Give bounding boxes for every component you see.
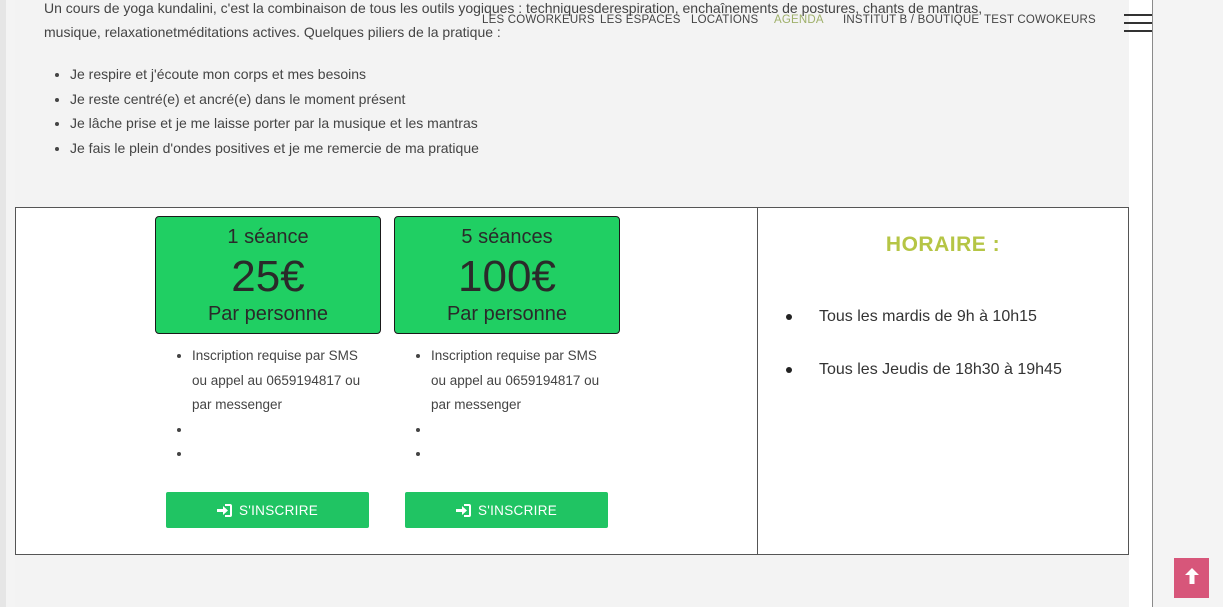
card-sessions: 1 séance — [227, 226, 309, 248]
pillars-list: Je respire et j'écoute mon corps et mes … — [52, 62, 479, 160]
subscribe-button[interactable]: S'INSCRIRE — [166, 492, 369, 528]
horaire-title: HORAIRE : — [885, 233, 1001, 256]
arrow-up-icon — [1184, 567, 1200, 590]
feature-item — [431, 418, 608, 443]
card-sessions: 5 séances — [461, 226, 553, 248]
pricing-card-2: 5 séances 100€ Par personne Inscription … — [394, 216, 620, 546]
hamburger-menu-icon[interactable] — [1124, 12, 1152, 34]
subscribe-button-label: S'INSCRIRE — [477, 502, 558, 518]
card-unit: Par personne — [207, 303, 329, 325]
feature-item — [192, 418, 369, 443]
sign-in-icon — [455, 503, 471, 517]
horaire-item: Tous les mardis de 9h à 10h15 — [786, 305, 1062, 358]
pricing-card-header: 5 séances 100€ Par personne — [394, 216, 620, 334]
subscribe-button[interactable]: S'INSCRIRE — [405, 492, 608, 528]
card-features: Inscription requise par SMS ou appel au … — [413, 344, 608, 467]
pricing-card-1: 1 séance 25€ Par personne Inscription re… — [155, 216, 381, 546]
subscribe-button-label: S'INSCRIRE — [238, 502, 319, 518]
scrollbar-track[interactable] — [1152, 0, 1153, 607]
left-edge — [0, 0, 6, 607]
nav-item-institut-boutique[interactable]: INSTITUT B / BOUTIQUE — [843, 14, 984, 26]
feature-item: Inscription requise par SMS ou appel au … — [431, 344, 608, 418]
pricing-card-header: 1 séance 25€ Par personne — [155, 216, 381, 334]
pillar-item: Je reste centré(e) et ancré(e) dans le m… — [70, 87, 479, 112]
card-features: Inscription requise par SMS ou appel au … — [174, 344, 369, 467]
nav-item-espaces[interactable]: LES ESPACES — [600, 14, 691, 26]
feature-item: Inscription requise par SMS ou appel au … — [192, 344, 369, 418]
section-divider — [757, 208, 758, 554]
main-nav: LES COWORKEURS LES ESPACES LOCATIONS AGE… — [482, 14, 1096, 26]
back-to-top-button[interactable] — [1174, 558, 1209, 598]
pillar-item: Je respire et j'écoute mon corps et mes … — [70, 62, 479, 87]
card-price: 100€ — [458, 252, 556, 301]
pillar-item: Je lâche prise et je me laisse porter pa… — [70, 111, 479, 136]
right-gutter — [1129, 0, 1152, 607]
feature-item — [431, 442, 608, 467]
horaire-item: Tous les Jeudis de 18h30 à 19h45 — [786, 358, 1062, 411]
nav-item-coworkeurs[interactable]: LES COWORKEURS — [482, 14, 600, 26]
nav-item-test-cowokeurs[interactable]: TEST COWOKEURS — [984, 14, 1096, 26]
horaire-list: Tous les mardis de 9h à 10h15 Tous les J… — [786, 305, 1062, 411]
nav-item-agenda[interactable]: AGENDA — [774, 14, 843, 26]
pillar-item: Je fais le plein d'ondes positives et je… — [70, 136, 479, 161]
pricing-section: 1 séance 25€ Par personne Inscription re… — [15, 207, 1129, 555]
nav-item-locations[interactable]: LOCATIONS — [691, 14, 774, 26]
sign-in-icon — [216, 503, 232, 517]
card-price: 25€ — [231, 252, 305, 301]
feature-item — [192, 442, 369, 467]
card-unit: Par personne — [446, 303, 568, 325]
